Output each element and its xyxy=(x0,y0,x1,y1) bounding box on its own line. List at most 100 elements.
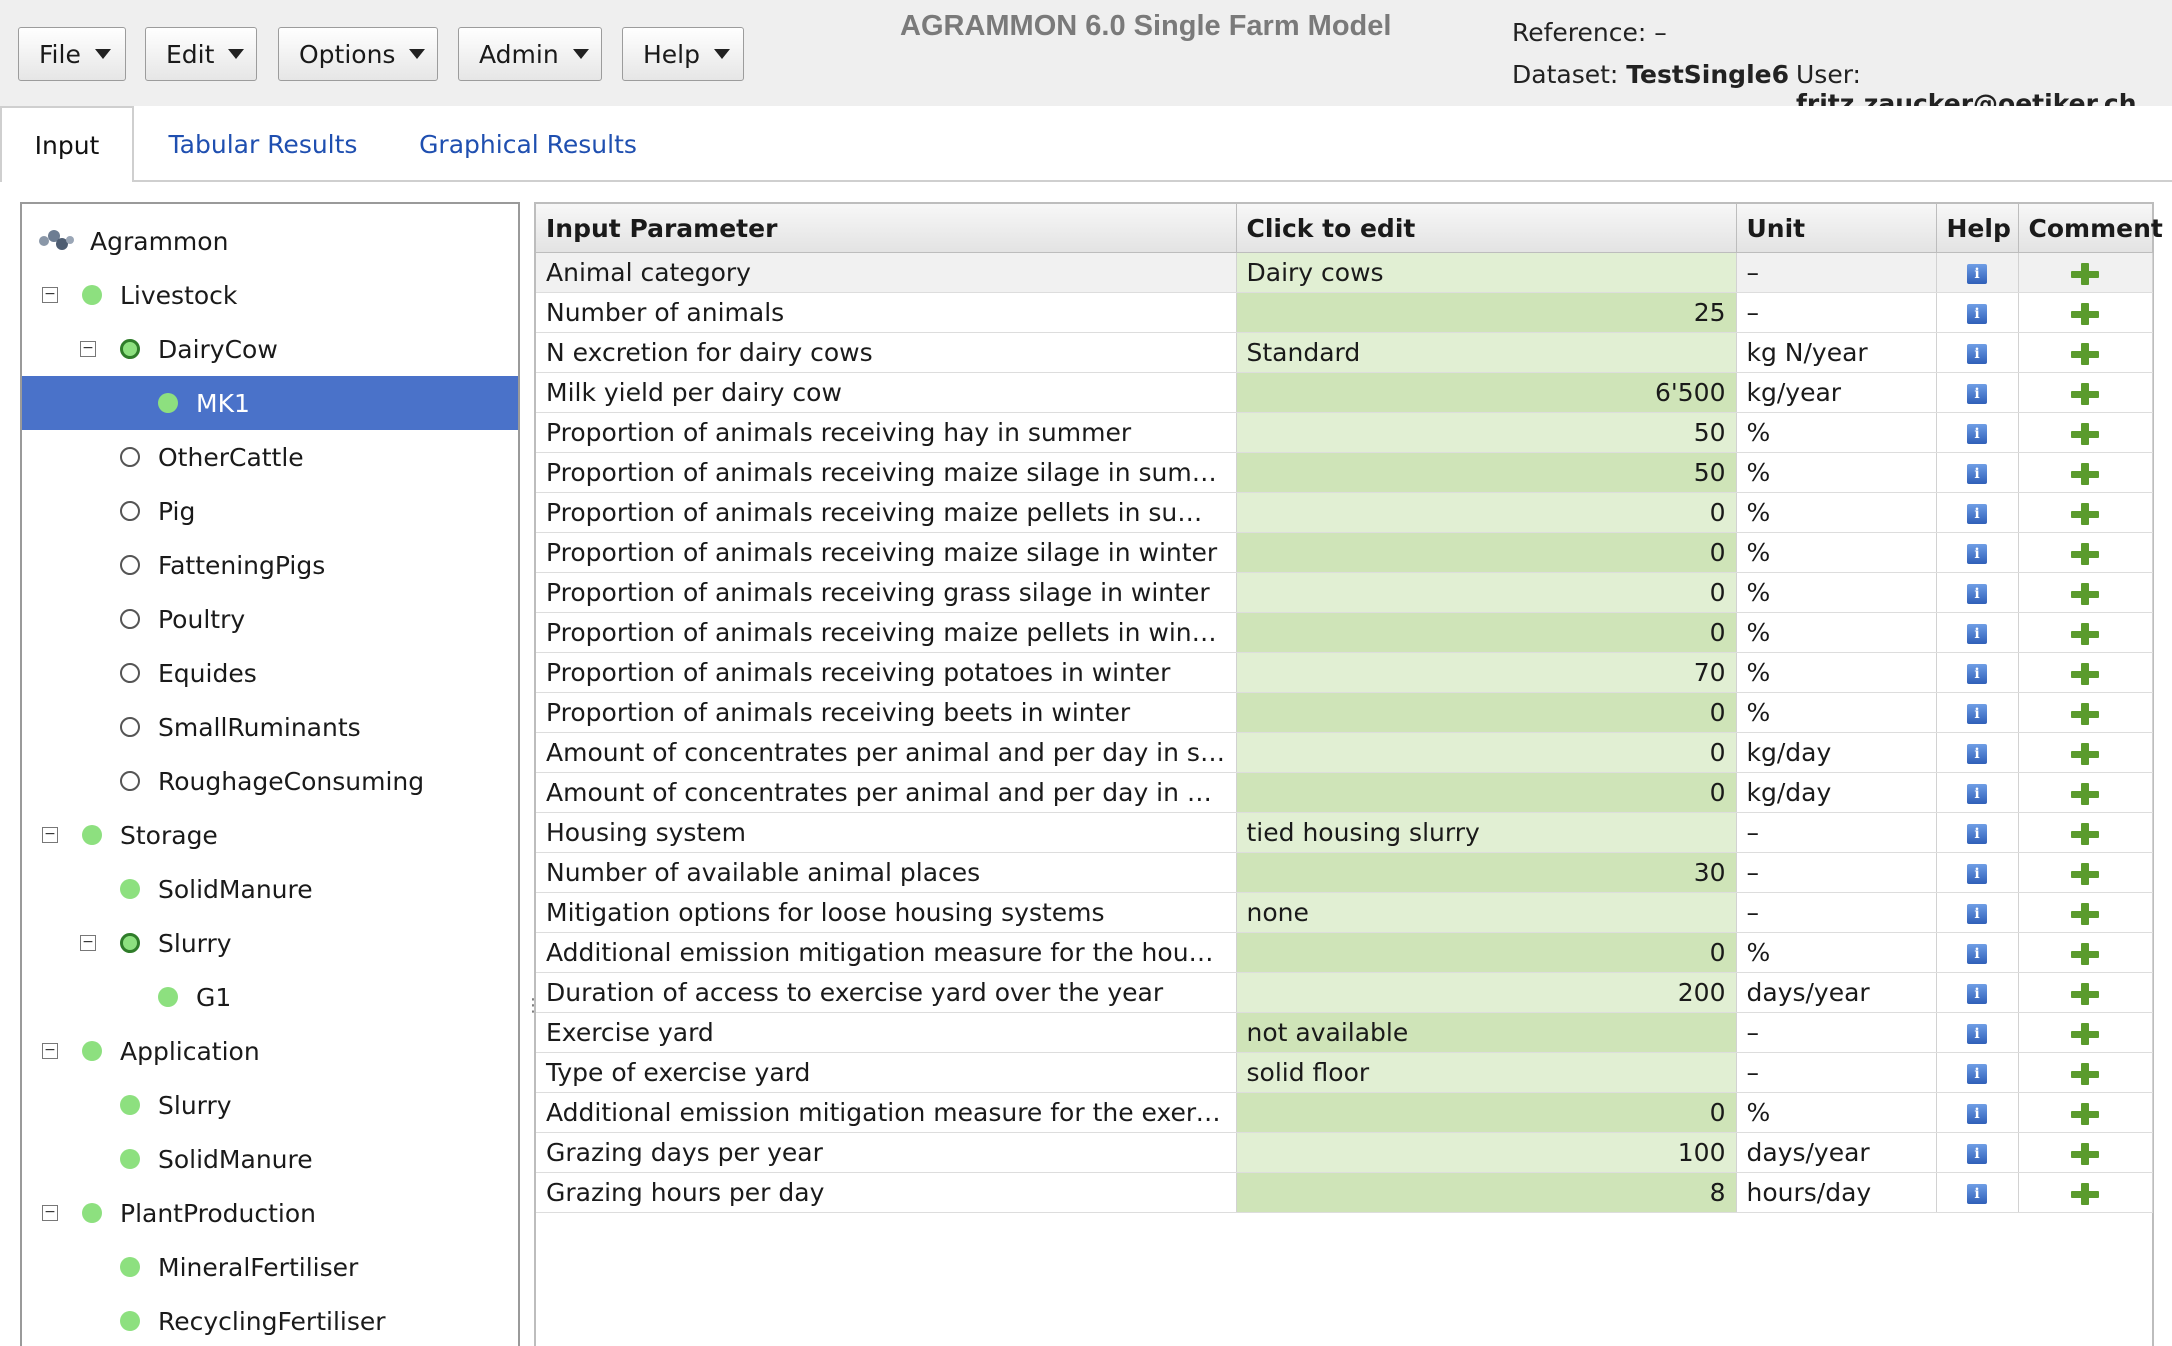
add-comment-plus-icon[interactable] xyxy=(2071,343,2099,365)
add-comment-plus-icon[interactable] xyxy=(2071,543,2099,565)
value-edit-cell[interactable]: 0 xyxy=(1236,572,1737,613)
tree-item-storage-slurry[interactable]: − Slurry xyxy=(22,916,518,970)
table-row[interactable]: Duration of access to exercise yard over… xyxy=(536,972,2153,1013)
value-edit-cell[interactable]: not available xyxy=(1236,1012,1737,1053)
table-row[interactable]: Grazing days per year 100 days/year i xyxy=(536,1132,2153,1173)
tree-item-equides[interactable]: Equides xyxy=(22,646,518,700)
table-row[interactable]: Milk yield per dairy cow 6'500 kg/year i xyxy=(536,372,2153,413)
tree-item-application[interactable]: − Application xyxy=(22,1024,518,1078)
tree-item-storage[interactable]: − Storage xyxy=(22,808,518,862)
add-comment-plus-icon[interactable] xyxy=(2071,983,2099,1005)
table-row[interactable]: Proportion of animals receiving maize si… xyxy=(536,532,2153,573)
table-row[interactable]: Exercise yard not available – i xyxy=(536,1012,2153,1053)
info-icon[interactable]: i xyxy=(1967,984,1987,1004)
value-edit-cell[interactable]: none xyxy=(1236,892,1737,933)
collapse-icon[interactable]: − xyxy=(80,935,96,951)
tree-item-mineralfertiliser[interactable]: MineralFertiliser xyxy=(22,1240,518,1294)
value-edit-cell[interactable]: 0 xyxy=(1236,532,1737,573)
table-row[interactable]: Proportion of animals receiving maize pe… xyxy=(536,612,2153,653)
value-edit-cell[interactable]: 0 xyxy=(1236,732,1737,773)
tree-item-smallruminants[interactable]: SmallRuminants xyxy=(22,700,518,754)
add-comment-plus-icon[interactable] xyxy=(2071,303,2099,325)
add-comment-plus-icon[interactable] xyxy=(2071,863,2099,885)
tree-item-fatteningpigs[interactable]: FatteningPigs xyxy=(22,538,518,592)
value-edit-cell[interactable]: 50 xyxy=(1236,412,1737,453)
table-row[interactable]: Proportion of animals receiving grass si… xyxy=(536,572,2153,613)
value-edit-cell[interactable]: Dairy cows xyxy=(1236,252,1737,293)
info-icon[interactable]: i xyxy=(1967,344,1987,364)
table-row[interactable]: Proportion of animals receiving potatoes… xyxy=(536,652,2153,693)
value-edit-cell[interactable]: 6'500 xyxy=(1236,372,1737,413)
tree-root-agrammon[interactable]: Agrammon xyxy=(22,214,518,268)
collapse-icon[interactable]: − xyxy=(42,1205,58,1221)
info-icon[interactable]: i xyxy=(1967,1144,1987,1164)
tree-item-g1[interactable]: G1 xyxy=(22,970,518,1024)
column-header-edit[interactable]: Click to edit xyxy=(1236,204,1737,253)
add-comment-plus-icon[interactable] xyxy=(2071,503,2099,525)
menu-help-button[interactable]: Help xyxy=(622,27,744,81)
column-header-unit[interactable]: Unit xyxy=(1736,204,1937,253)
info-icon[interactable]: i xyxy=(1967,824,1987,844)
table-row[interactable]: Additional emission mitigation measure f… xyxy=(536,1092,2153,1133)
table-row[interactable]: Number of animals 25– i xyxy=(536,292,2153,333)
info-icon[interactable]: i xyxy=(1967,744,1987,764)
table-row[interactable]: Animal category Dairy cows – i xyxy=(536,252,2153,293)
add-comment-plus-icon[interactable] xyxy=(2071,1183,2099,1205)
table-row[interactable]: Amount of concentrates per animal and pe… xyxy=(536,732,2153,773)
value-edit-cell[interactable]: 0 xyxy=(1236,1092,1737,1133)
info-icon[interactable]: i xyxy=(1967,664,1987,684)
tab-tabular-results[interactable]: Tabular Results xyxy=(152,106,374,182)
value-edit-cell[interactable]: 200 xyxy=(1236,972,1737,1013)
info-icon[interactable]: i xyxy=(1967,584,1987,604)
value-edit-cell[interactable]: 8 xyxy=(1236,1172,1737,1213)
collapse-icon[interactable]: − xyxy=(42,1043,58,1059)
add-comment-plus-icon[interactable] xyxy=(2071,463,2099,485)
add-comment-plus-icon[interactable] xyxy=(2071,1023,2099,1045)
value-edit-cell[interactable]: 0 xyxy=(1236,692,1737,733)
table-row[interactable]: Grazing hours per day 8 hours/day i xyxy=(536,1172,2153,1213)
info-icon[interactable]: i xyxy=(1967,624,1987,644)
collapse-icon[interactable]: − xyxy=(80,341,96,357)
add-comment-plus-icon[interactable] xyxy=(2071,743,2099,765)
info-icon[interactable]: i xyxy=(1967,544,1987,564)
tree-item-mk1[interactable]: MK1 xyxy=(22,376,518,430)
add-comment-plus-icon[interactable] xyxy=(2071,663,2099,685)
tree-item-recyclingfertiliser[interactable]: RecyclingFertiliser xyxy=(22,1294,518,1346)
tree-item-application-solidmanure[interactable]: SolidManure xyxy=(22,1132,518,1186)
info-icon[interactable]: i xyxy=(1967,944,1987,964)
table-row[interactable]: N excretion for dairy cows Standard kg N/y… xyxy=(536,332,2153,373)
info-icon[interactable]: i xyxy=(1967,464,1987,484)
tree-item-othercattle[interactable]: OtherCattle xyxy=(22,430,518,484)
info-icon[interactable]: i xyxy=(1967,704,1987,724)
collapse-icon[interactable]: − xyxy=(42,827,58,843)
add-comment-plus-icon[interactable] xyxy=(2071,1063,2099,1085)
info-icon[interactable]: i xyxy=(1967,1064,1987,1084)
add-comment-plus-icon[interactable] xyxy=(2071,703,2099,725)
value-edit-cell[interactable]: 25 xyxy=(1236,292,1737,333)
value-edit-cell[interactable]: 70 xyxy=(1236,652,1737,693)
menu-admin-button[interactable]: Admin xyxy=(458,27,602,81)
add-comment-plus-icon[interactable] xyxy=(2071,263,2099,285)
info-icon[interactable]: i xyxy=(1967,864,1987,884)
tab-graphical-results[interactable]: Graphical Results xyxy=(414,106,642,182)
table-row[interactable]: Type of exercise yard solid floor – i xyxy=(536,1052,2153,1093)
tab-input[interactable]: Input xyxy=(0,106,134,182)
info-icon[interactable]: i xyxy=(1967,304,1987,324)
add-comment-plus-icon[interactable] xyxy=(2071,1103,2099,1125)
value-edit-cell[interactable]: 0 xyxy=(1236,932,1737,973)
dataset-value[interactable]: TestSingle6 xyxy=(1626,60,1789,89)
column-header-param[interactable]: Input Parameter xyxy=(536,204,1237,253)
value-edit-cell[interactable]: tied housing slurry xyxy=(1236,812,1737,853)
menu-options-button[interactable]: Options xyxy=(278,27,438,81)
table-row[interactable]: Mitigation options for loose housing sys… xyxy=(536,892,2153,933)
tree-item-poultry[interactable]: Poultry xyxy=(22,592,518,646)
info-icon[interactable]: i xyxy=(1967,1104,1987,1124)
info-icon[interactable]: i xyxy=(1967,1024,1987,1044)
table-row[interactable]: Amount of concentrates per animal and pe… xyxy=(536,772,2153,813)
info-icon[interactable]: i xyxy=(1967,424,1987,444)
tree-item-livestock[interactable]: − Livestock xyxy=(22,268,518,322)
add-comment-plus-icon[interactable] xyxy=(2071,783,2099,805)
column-header-comment[interactable]: Comment xyxy=(2018,204,2163,253)
table-row[interactable]: Additional emission mitigation measure f… xyxy=(536,932,2153,973)
value-edit-cell[interactable]: 50 xyxy=(1236,452,1737,493)
